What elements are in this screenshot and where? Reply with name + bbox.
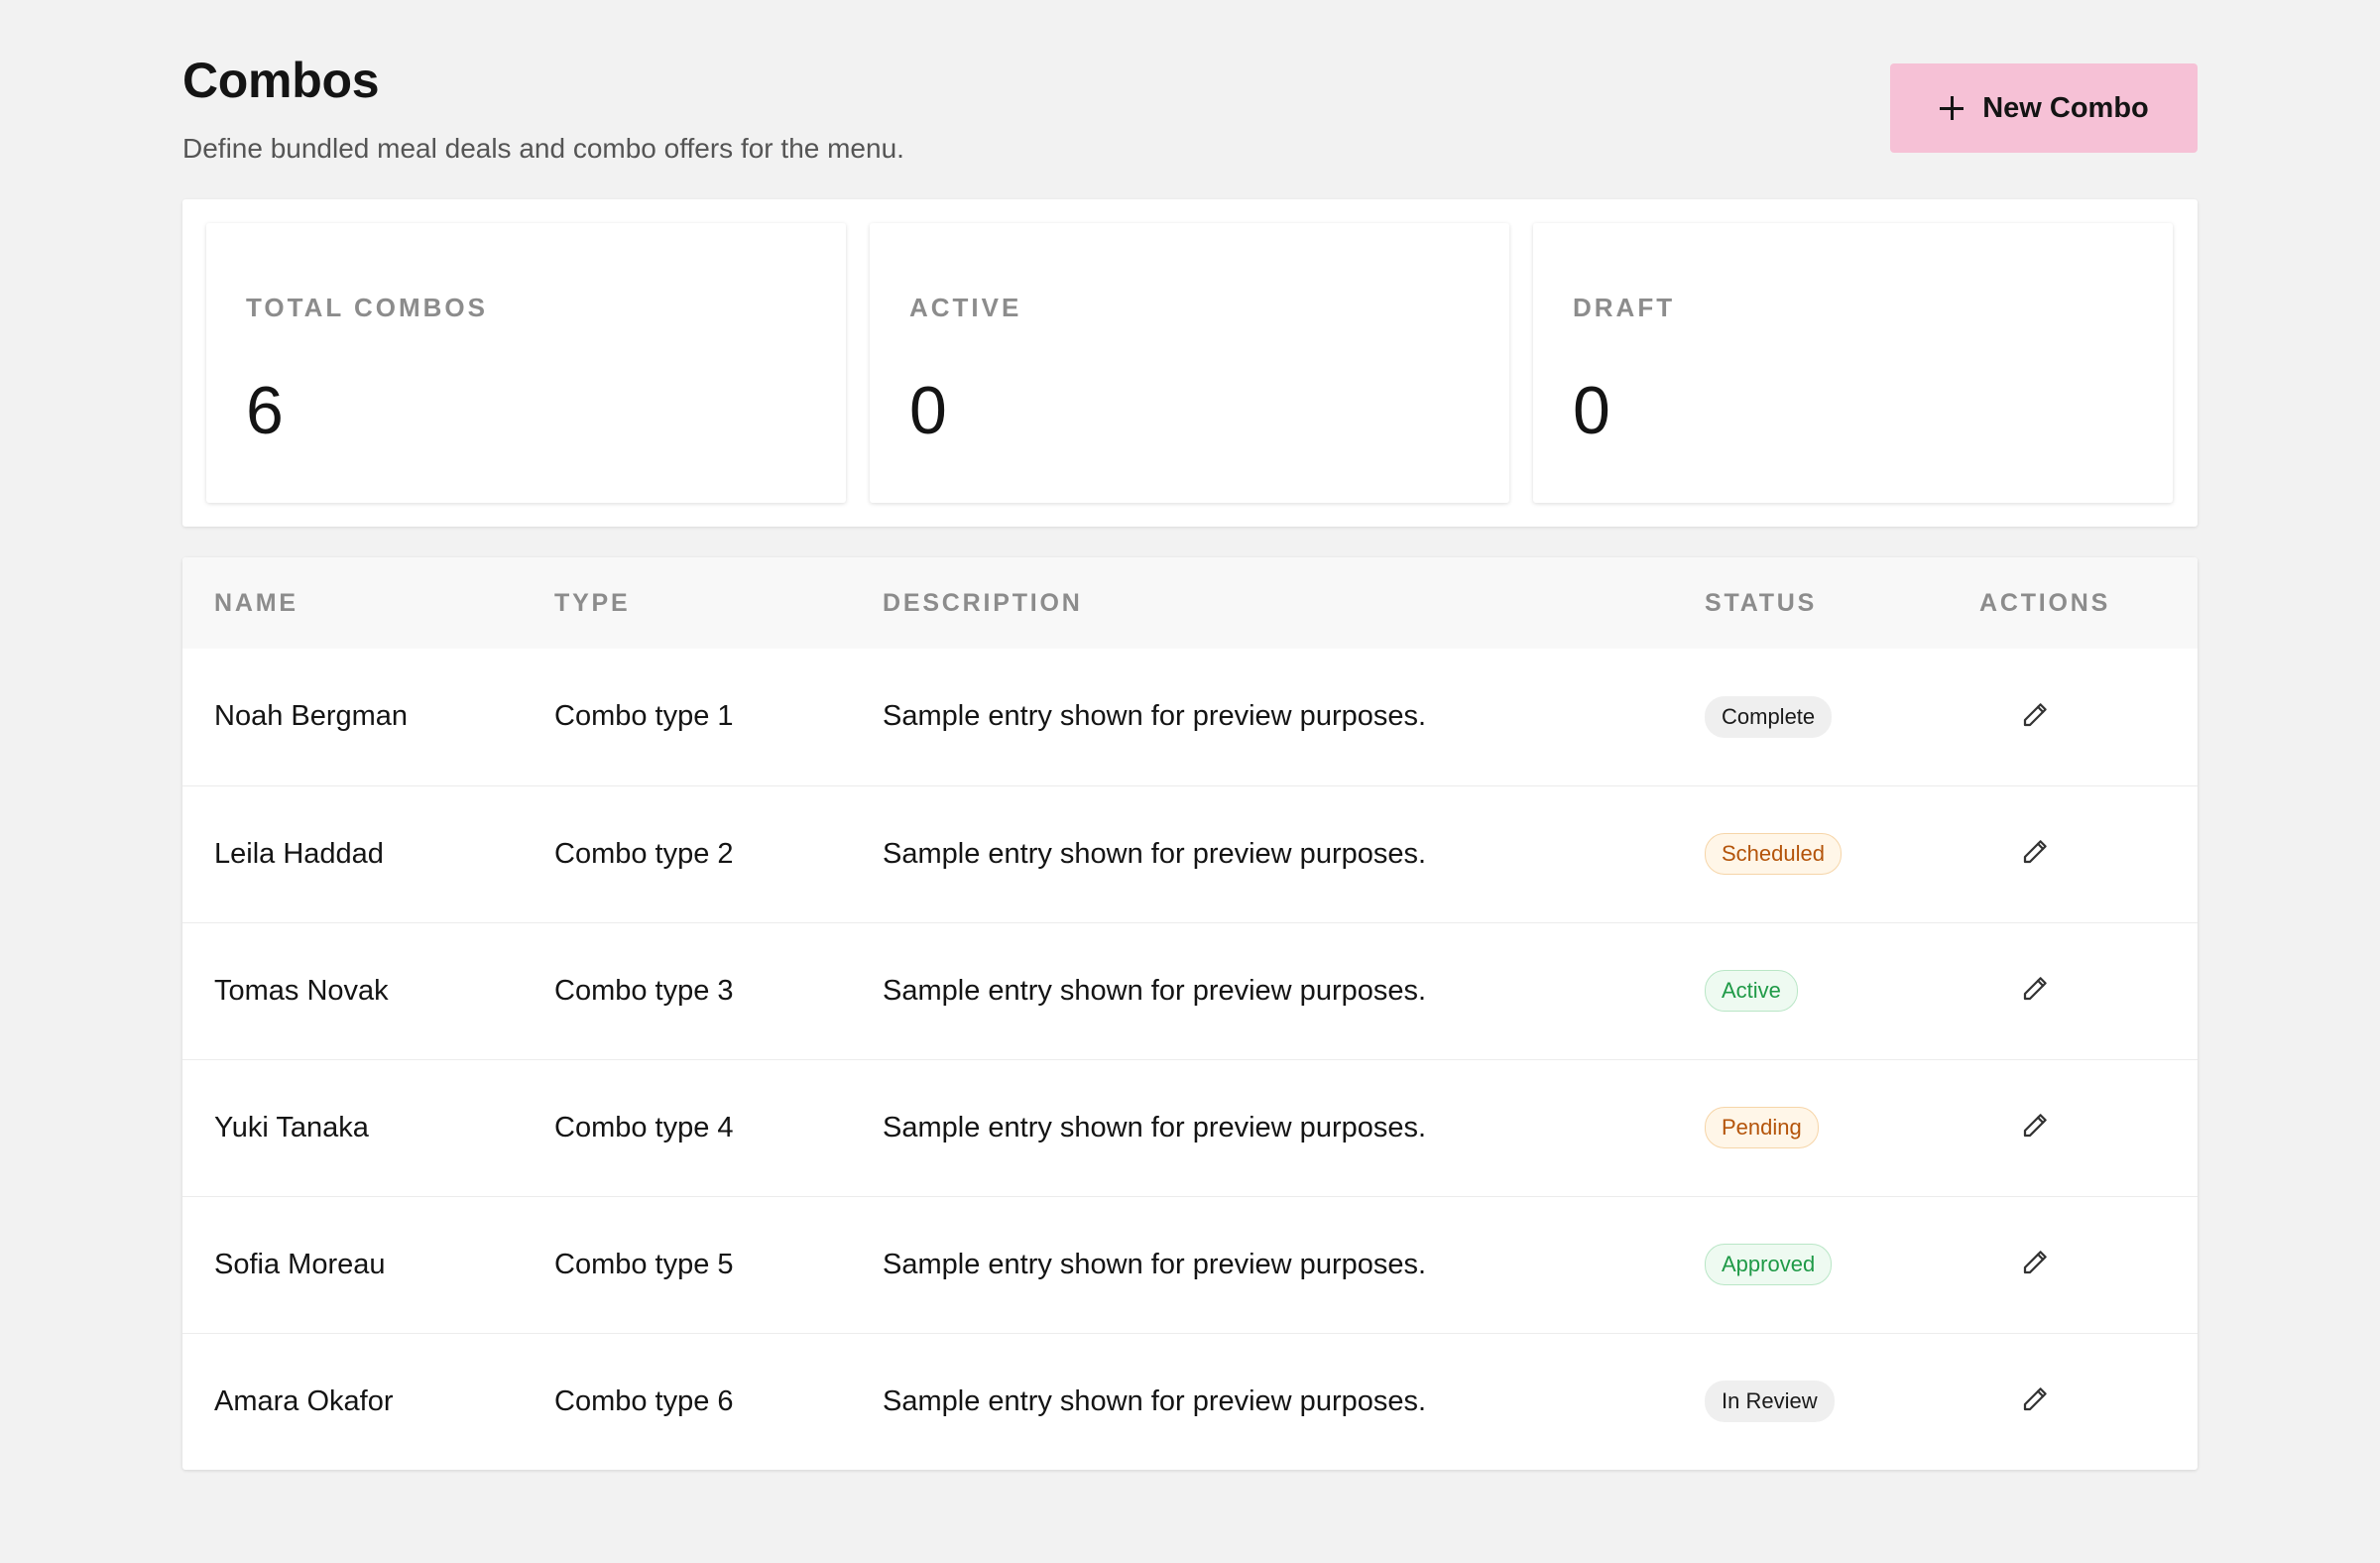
edit-button[interactable] (2015, 1107, 2055, 1146)
table-row[interactable]: Tomas Novak Combo type 3 Sample entry show… (182, 922, 2198, 1059)
cell-name: Amara Okafor (214, 1384, 394, 1417)
cell-actions (1950, 785, 2198, 922)
column-header-status[interactable]: STATUS (1673, 557, 1950, 649)
status-badge: Complete (1705, 695, 1833, 738)
page-title: Combos (182, 53, 380, 108)
pencil-icon (2020, 1384, 2050, 1417)
cell-name: Tomas Novak (214, 974, 389, 1007)
cell-description: Sample entry shown for preview purposes. (883, 700, 1427, 733)
cell-description: Sample entry shown for preview purposes. (883, 974, 1427, 1007)
cell-actions (1950, 922, 2198, 1059)
cell-type: Combo type 2 (554, 837, 734, 870)
cell-description: Sample entry shown for preview purposes. (883, 837, 1427, 870)
cell-status: In Review (1673, 1333, 1950, 1470)
table-body: Noah Bergman Combo type 1 Sample entry sho… (182, 649, 2198, 1470)
cell-name: Noah Bergman (214, 700, 409, 733)
status-badge: In Review (1705, 1381, 1835, 1423)
column-header-type[interactable]: TYPE (523, 557, 851, 649)
edit-button[interactable] (2015, 1382, 2055, 1421)
table-row[interactable]: Amara Okafor Combo type 6 Sample entry sho… (182, 1333, 2198, 1470)
cell-status: Scheduled (1673, 785, 1950, 922)
cell-name: Sofia Moreau (214, 1248, 386, 1280)
page: Combos Define bundled meal deals and com… (182, 0, 2198, 1470)
table-header-row: NAME TYPE DESCRIPTION STATUS ACTIONS (182, 557, 2198, 649)
page-header: Combos Define bundled meal deals and com… (182, 0, 2198, 198)
cell-type: Combo type 3 (554, 974, 734, 1007)
column-header-name[interactable]: NAME (182, 557, 523, 649)
page-subtitle: Define bundled meal deals and combo offe… (182, 133, 904, 164)
stat-label: DRAFT (1573, 293, 1676, 322)
stat-card-draft: DRAFT 0 (1533, 223, 2173, 503)
table-row[interactable]: Noah Bergman Combo type 1 Sample entry sho… (182, 649, 2198, 785)
cell-status: Active (1673, 922, 1950, 1059)
cell-description: Sample entry shown for preview purposes. (883, 1111, 1427, 1143)
cell-actions (1950, 649, 2198, 785)
cell-status: Pending (1673, 1059, 1950, 1196)
stat-label: ACTIVE (909, 293, 1022, 322)
stats-panel: TOTAL COMBOS 6 ACTIVE 0 DRAFT 0 (182, 199, 2198, 527)
pencil-icon (2020, 837, 2050, 870)
status-badge: Pending (1705, 1106, 1819, 1149)
pencil-icon (2020, 974, 2050, 1007)
status-badge: Approved (1705, 1243, 1833, 1286)
combos-table: NAME TYPE DESCRIPTION STATUS ACTIONS Noa… (182, 557, 2198, 1470)
table-row[interactable]: Leila Haddad Combo type 2 Sample entry sho… (182, 785, 2198, 922)
cell-name: Yuki Tanaka (214, 1111, 369, 1143)
stat-card-active: ACTIVE 0 (870, 223, 1509, 503)
new-combo-button-label: New Combo (1982, 91, 2149, 124)
cell-description: Sample entry shown for preview purposes. (883, 1248, 1427, 1280)
table-row[interactable]: Sofia Moreau Combo type 5 Sample entry sho… (182, 1196, 2198, 1333)
pencil-icon (2020, 1111, 2050, 1143)
stat-value: 6 (246, 373, 284, 448)
cell-name: Leila Haddad (214, 837, 384, 870)
table-header: NAME TYPE DESCRIPTION STATUS ACTIONS (182, 557, 2198, 649)
new-combo-button[interactable]: New Combo (1890, 63, 2198, 153)
cell-type: Combo type 1 (554, 700, 734, 733)
cell-type: Combo type 4 (554, 1111, 734, 1143)
edit-button[interactable] (2015, 1244, 2055, 1283)
status-badge: Scheduled (1705, 832, 1842, 876)
cell-type: Combo type 5 (554, 1248, 734, 1280)
status-badge: Active (1705, 969, 1798, 1013)
cell-description: Sample entry shown for preview purposes. (883, 1384, 1427, 1417)
combos-table-panel: NAME TYPE DESCRIPTION STATUS ACTIONS Noa… (182, 557, 2198, 1470)
table-row[interactable]: Yuki Tanaka Combo type 4 Sample entry show… (182, 1059, 2198, 1196)
cell-status: Approved (1673, 1196, 1950, 1333)
cell-type: Combo type 6 (554, 1384, 734, 1417)
plus-icon (1939, 95, 1964, 121)
stat-value: 0 (909, 373, 947, 448)
edit-button[interactable] (2015, 833, 2055, 873)
stat-card-total-combos: TOTAL COMBOS 6 (206, 223, 846, 503)
cell-actions (1950, 1059, 2198, 1196)
column-header-actions: ACTIONS (1979, 588, 2111, 617)
cell-actions (1950, 1196, 2198, 1333)
column-header-description[interactable]: DESCRIPTION (851, 557, 1673, 649)
stat-value: 0 (1573, 373, 1610, 448)
cell-actions (1950, 1333, 2198, 1470)
pencil-icon (2020, 700, 2050, 733)
pencil-icon (2020, 1248, 2050, 1280)
edit-button[interactable] (2015, 970, 2055, 1010)
stat-label: TOTAL COMBOS (246, 293, 488, 322)
cell-status: Complete (1673, 649, 1950, 785)
edit-button[interactable] (2015, 696, 2055, 736)
